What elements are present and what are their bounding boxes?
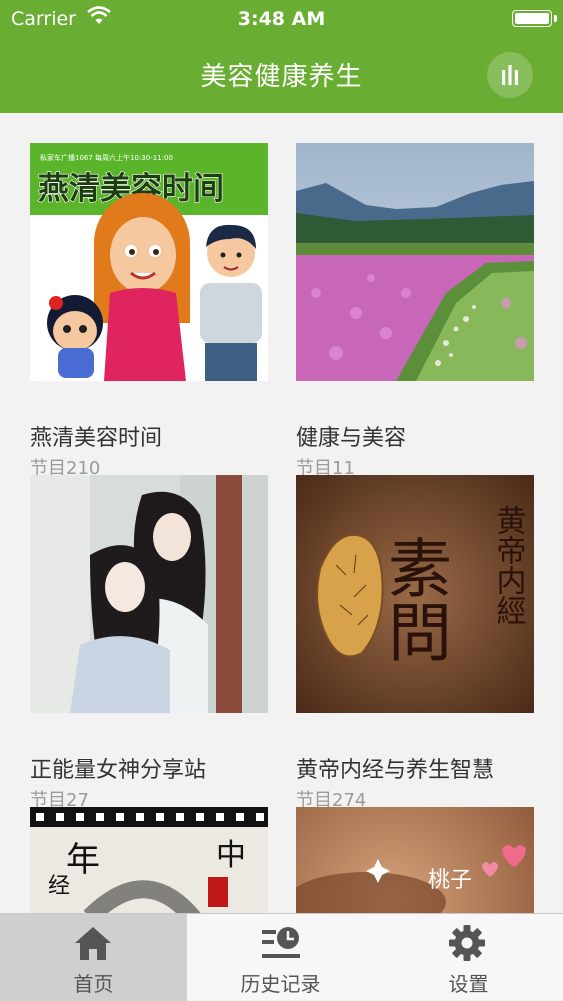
tab-history[interactable]: 历史记录	[187, 914, 374, 1001]
thumb-text: 桃子	[428, 868, 472, 893]
program-thumbnail[interactable]: 素問 黄帝内經	[296, 475, 534, 713]
battery-tip	[554, 15, 557, 22]
program-thumbnail[interactable]	[30, 475, 268, 713]
tab-home-label: 首页	[73, 972, 114, 996]
gear-icon	[449, 925, 485, 961]
program-title: 正能量女神分享站	[30, 758, 207, 783]
program-thumbnail[interactable]: 私家车广播1067 每周六上午10:30-11:00 燕清美容时间	[30, 143, 268, 381]
status-bar: Carrier 3:48 AM	[0, 0, 563, 38]
program-grid: 私家车广播1067 每周六上午10:30-11:00 燕清美容时间 燕清美容时间…	[0, 113, 563, 913]
tab-settings[interactable]: 设置	[374, 914, 563, 1001]
history-icon	[262, 927, 300, 958]
now-playing-button[interactable]	[487, 52, 533, 98]
program-title: 健康与美容	[296, 426, 407, 451]
nav-header: Carrier 3:48 AM 美容健康养生	[0, 0, 563, 113]
home-icon	[75, 927, 111, 960]
tab-bar: 首页 历史记录 设置	[0, 913, 563, 1001]
thumb-char-a: 年	[66, 840, 100, 880]
thumb-vertical-text: 黄帝内經	[491, 505, 526, 625]
tab-home[interactable]: 首页	[0, 914, 187, 1001]
tab-history-label: 历史记录	[240, 972, 321, 996]
status-time: 3:48 AM	[237, 8, 326, 30]
program-thumbnail[interactable]: 桃子	[296, 807, 534, 913]
tab-settings-label: 设置	[448, 972, 489, 996]
battery-icon	[512, 10, 552, 27]
page-title: 美容健康养生	[200, 62, 363, 92]
program-thumbnail[interactable]	[296, 143, 534, 381]
audio-bars-icon	[502, 65, 518, 85]
program-title: 黄帝内经与养生智慧	[296, 758, 495, 783]
thumb-char-c: 经	[48, 874, 70, 899]
program-title: 燕清美容时间	[30, 426, 163, 451]
thumb-big-chars: 素問	[377, 535, 451, 663]
program-thumbnail[interactable]: 年 中 经	[30, 807, 268, 913]
thumb-station-line: 私家车广播1067 每周六上午10:30-11:00	[40, 153, 173, 162]
thumb-char-b: 中	[216, 838, 246, 873]
